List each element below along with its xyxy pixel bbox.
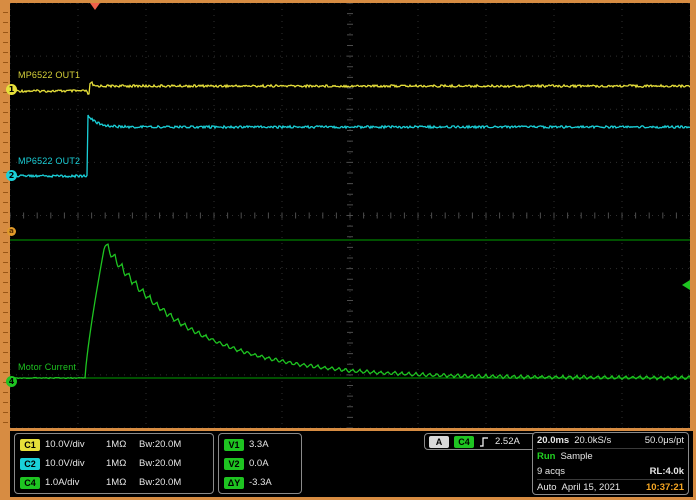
ch4-settings-row[interactable]: C4 1.0A/div 1MΩ Bw:20.0M <box>15 473 213 492</box>
ch1-bandwidth: Bw:20.0M <box>139 439 208 450</box>
ch2-bandwidth: Bw:20.0M <box>139 458 208 469</box>
trigger-mode-badge[interactable]: A <box>429 436 449 448</box>
timebase-panel[interactable]: 20.0ms 20.0kS/s 50.0μs/pt Run Sample 9 a… <box>532 432 689 495</box>
ch2-waveform <box>10 115 690 177</box>
ch1-impedance: 1MΩ <box>106 439 134 450</box>
status-bar: C1 10.0V/div 1MΩ Bw:20.0M C2 10.0V/div 1… <box>10 431 693 497</box>
ch2-scale: 10.0V/div <box>45 458 101 469</box>
cursor-delta-badge[interactable]: ΔY <box>224 477 244 489</box>
oscilloscope-frame: MP6522 OUT1 MP6522 OUT2 Motor Current 1 … <box>0 0 696 500</box>
trigger-row: A C4 2.52A <box>425 434 535 449</box>
acquisition-state-row: Run Sample <box>537 449 684 464</box>
cursor-v2-badge[interactable]: V2 <box>224 458 244 470</box>
ch1-badge[interactable]: C1 <box>20 439 40 451</box>
cursor-delta-row: ΔY -3.3A <box>219 473 301 492</box>
ch2-settings-row[interactable]: C2 10.0V/div 1MΩ Bw:20.0M <box>15 454 213 473</box>
trigger-level-value: 2.52A <box>495 436 520 447</box>
cursor-readout-panel[interactable]: V1 3.3A V2 0.0A ΔY -3.3A <box>218 433 302 494</box>
trigger-position-marker[interactable] <box>90 3 100 10</box>
ch2-position-marker[interactable]: 2 <box>6 170 17 181</box>
cursor-v1-badge[interactable]: V1 <box>224 439 244 451</box>
ch1-scale: 10.0V/div <box>45 439 101 450</box>
timebase-scale: 20.0ms <box>537 435 569 446</box>
ch2-impedance: 1MΩ <box>106 458 134 469</box>
trigger-readout-panel[interactable]: A C4 2.52A <box>424 433 536 450</box>
cursor-delta-value: -3.3A <box>249 477 296 488</box>
ch4-impedance: 1MΩ <box>106 477 134 488</box>
scope-display: MP6522 OUT1 MP6522 OUT2 Motor Current 1 … <box>10 3 690 428</box>
acquisition-mode: Sample <box>560 451 592 462</box>
time-label: 10:37:21 <box>646 482 684 493</box>
ch1-waveform-label: MP6522 OUT1 <box>18 70 80 80</box>
trigger-source-badge[interactable]: C4 <box>454 436 474 448</box>
run-status: Run <box>537 451 555 462</box>
ch4-bandwidth: Bw:20.0M <box>139 477 208 488</box>
footer-row: Auto April 15, 2021 10:37:21 <box>537 480 684 495</box>
record-length: RL:4.0k <box>650 466 684 477</box>
ch4-waveform <box>10 244 690 380</box>
sample-rate: 20.0kS/s <box>574 435 611 446</box>
frame-ruler-ticks <box>3 3 8 428</box>
cursor-v1-row: V1 3.3A <box>219 435 301 454</box>
cursor-v2-value: 0.0A <box>249 458 296 469</box>
ch4-position-marker[interactable]: 4 <box>6 376 17 387</box>
timebase-row: 20.0ms 20.0kS/s 50.0μs/pt <box>537 433 684 449</box>
waveform-canvas <box>10 3 690 428</box>
acquisition-count-row: 9 acqs RL:4.0k <box>537 464 684 480</box>
acqs-count: 9 acqs <box>537 466 565 477</box>
channel-settings-panel[interactable]: C1 10.0V/div 1MΩ Bw:20.0M C2 10.0V/div 1… <box>14 433 214 494</box>
ch4-scale: 1.0A/div <box>45 477 101 488</box>
ch2-waveform-label: MP6522 OUT2 <box>18 156 80 166</box>
date-label: April 15, 2021 <box>562 482 621 493</box>
trigger-mode-label: Auto <box>537 482 557 493</box>
cursor-v2-row: V2 0.0A <box>219 454 301 473</box>
ch1-position-marker[interactable]: 1 <box>6 84 17 95</box>
cursor-v1-value: 3.3A <box>249 439 296 450</box>
ch4-badge[interactable]: C4 <box>20 477 40 489</box>
ch1-settings-row[interactable]: C1 10.0V/div 1MΩ Bw:20.0M <box>15 435 213 454</box>
rising-edge-icon <box>479 436 490 448</box>
ch4-waveform-label: Motor Current <box>18 362 76 372</box>
trigger-level-arrow[interactable] <box>682 280 690 290</box>
resolution: 50.0μs/pt <box>645 435 684 446</box>
cursor-a-marker[interactable]: a <box>7 227 16 236</box>
ch2-badge[interactable]: C2 <box>20 458 40 470</box>
